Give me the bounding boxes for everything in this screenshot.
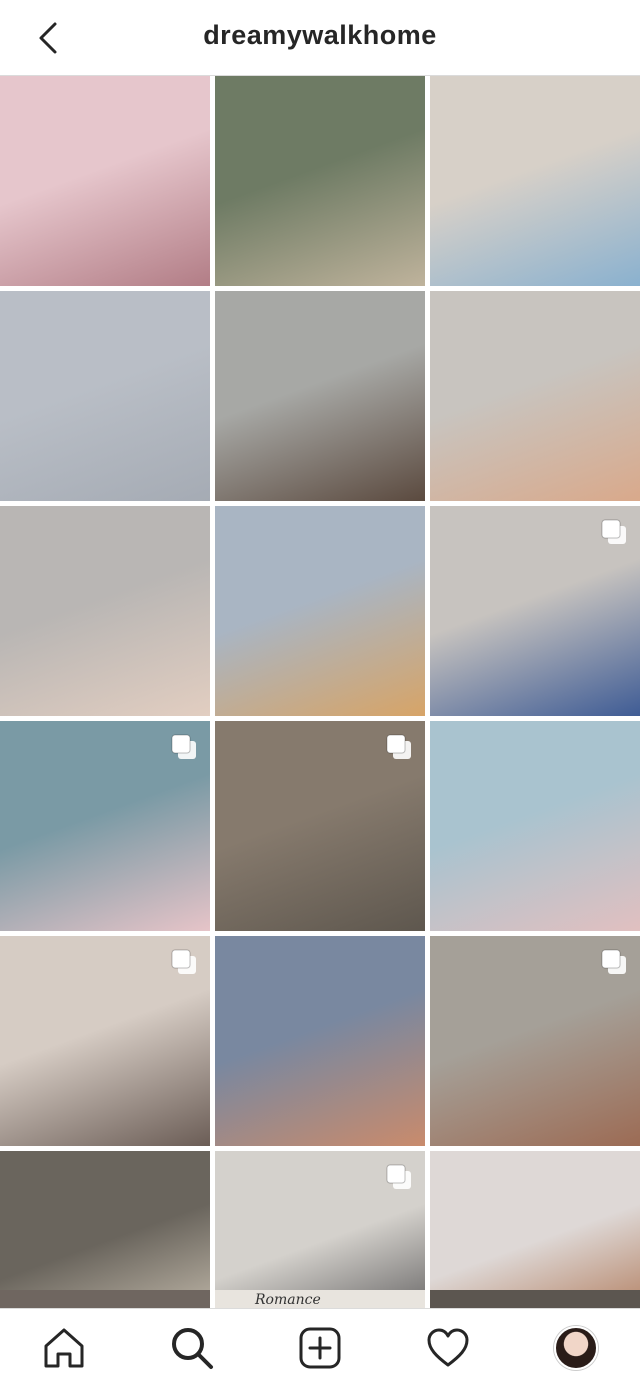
search-icon	[172, 1328, 213, 1369]
partial-post-text: Romance	[255, 1292, 321, 1308]
profile-avatar	[554, 1326, 598, 1370]
nav-profile[interactable]	[554, 1326, 598, 1370]
carousel-icon	[171, 949, 196, 974]
post-concrete-wall[interactable]	[215, 721, 425, 931]
post-sheer-bra[interactable]	[0, 936, 210, 1146]
post-pink-dress-dog[interactable]	[0, 76, 210, 286]
post-moon-crane[interactable]	[0, 291, 210, 501]
top-header: dreamywalkhome	[0, 0, 640, 76]
post-partial-1[interactable]	[0, 1290, 210, 1310]
post-blue-dress[interactable]	[430, 506, 640, 716]
nav-activity[interactable]	[426, 1326, 470, 1370]
bottom-nav	[0, 1308, 640, 1386]
post-white-lingerie[interactable]	[0, 506, 210, 716]
nav-new-post[interactable]	[298, 1326, 342, 1370]
carousel-icon	[386, 1164, 411, 1189]
home-icon	[44, 1328, 84, 1368]
profile-username: dreamywalkhome	[203, 20, 437, 50]
post-tree-sunset[interactable]	[215, 936, 425, 1146]
post-cinema[interactable]	[215, 291, 425, 501]
post-partial-3[interactable]	[430, 1290, 640, 1310]
post-sunset-building[interactable]	[215, 506, 425, 716]
carousel-icon	[386, 734, 411, 759]
carousel-icon	[601, 949, 626, 974]
carousel-icon	[601, 519, 626, 544]
post-red-top-stairs[interactable]	[430, 936, 640, 1146]
post-partial-2[interactable]: Romance	[215, 1290, 425, 1310]
post-books-sunglasses[interactable]	[430, 721, 640, 931]
nav-home[interactable]	[42, 1326, 86, 1370]
post-blue-underwear[interactable]	[430, 76, 640, 286]
carousel-icon	[171, 734, 196, 759]
post-outline-skincare[interactable]	[0, 721, 210, 931]
nav-search[interactable]	[170, 1326, 214, 1370]
post-mural-rose[interactable]	[430, 291, 640, 501]
post-swans-lake[interactable]	[215, 76, 425, 286]
activity-heart-icon	[427, 1328, 469, 1367]
new-post-icon	[299, 1327, 341, 1369]
